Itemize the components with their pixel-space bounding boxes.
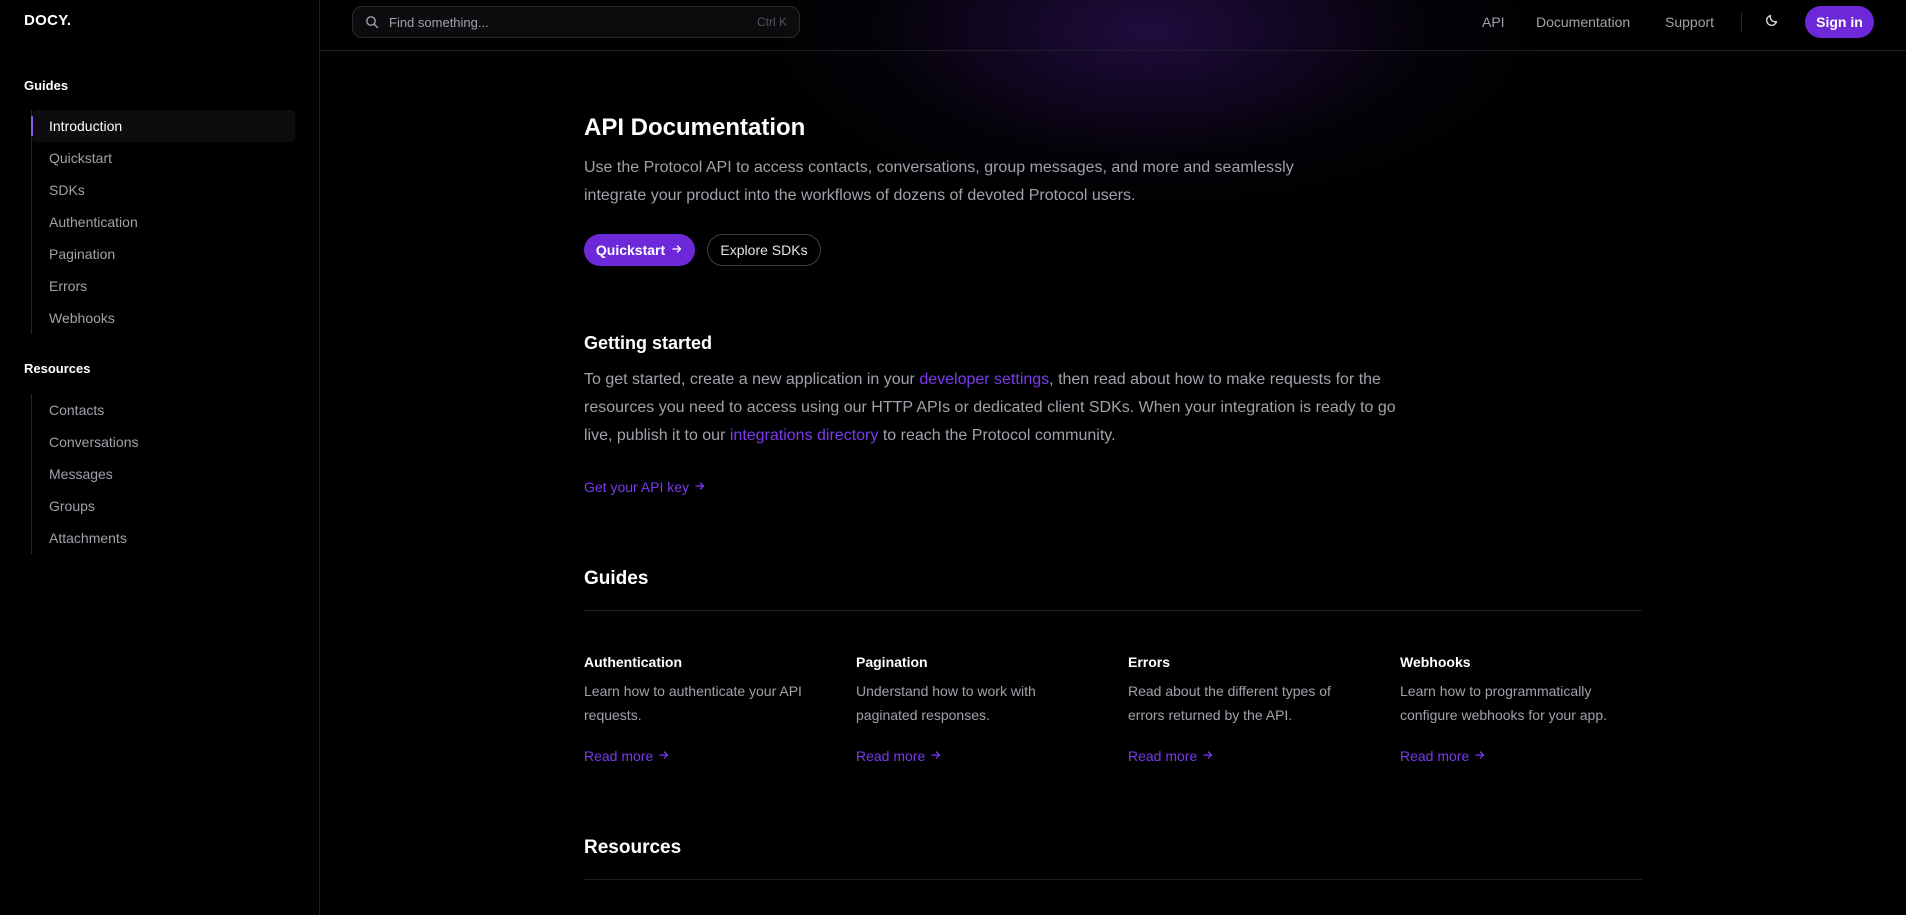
resources-section-title: Resources	[584, 837, 682, 858]
quickstart-button-label: Quickstart	[595, 242, 666, 258]
search-placeholder: Find something...	[389, 14, 489, 30]
sidebar-item-quickstart[interactable]: Quickstart	[32, 142, 295, 174]
search-icon	[365, 15, 379, 29]
getting-started-text-1: To get started, create a new application…	[584, 371, 920, 388]
explore-sdks-button[interactable]: Explore SDKs	[707, 234, 821, 266]
guide-description: Learn how to programmatically configure …	[1400, 683, 1608, 723]
guide-title: Errors	[1128, 654, 1171, 670]
sidebar-resources-title: Resources	[24, 361, 91, 376]
guide-description: Understand how to work with paginated re…	[856, 683, 1036, 723]
moon-icon	[1765, 13, 1779, 32]
guide-card-authentication: Authentication Learn how to authenticate…	[584, 654, 834, 764]
sidebar-guides-list: Introduction Quickstart SDKs Authenticat…	[31, 110, 295, 334]
read-more-label: Read more	[1128, 748, 1198, 764]
guide-description: Read about the different types of errors…	[1128, 683, 1331, 723]
guides-section-title: Guides	[584, 568, 649, 589]
topnav-support-link[interactable]: Support	[1665, 14, 1714, 30]
guide-card-errors: Errors Read about the different types of…	[1128, 654, 1378, 764]
topnav-documentation-link[interactable]: Documentation	[1536, 14, 1630, 30]
guide-title: Pagination	[856, 654, 928, 670]
resources-divider	[584, 879, 1642, 880]
arrow-right-icon	[694, 479, 706, 495]
sidebar-item-pagination[interactable]: Pagination	[32, 238, 295, 270]
read-more-label: Read more	[584, 748, 654, 764]
getting-started-text-3: to reach the Protocol community.	[878, 427, 1116, 444]
sidebar-item-errors[interactable]: Errors	[32, 270, 295, 302]
sidebar: DOCY. Guides Introduction Quickstart SDK…	[0, 0, 320, 915]
read-more-link[interactable]: Read more	[1128, 748, 1214, 764]
sidebar-item-webhooks[interactable]: Webhooks	[32, 302, 295, 334]
topnav-support-wrap: Support	[1665, 0, 1714, 44]
sidebar-item-contacts[interactable]: Contacts	[32, 394, 295, 426]
app-root: DOCY. Guides Introduction Quickstart SDK…	[0, 0, 1906, 915]
guide-description: Learn how to authenticate your API reque…	[584, 683, 802, 723]
sign-in-button[interactable]: Sign in	[1805, 6, 1874, 38]
sidebar-guides-title: Guides	[24, 78, 69, 93]
get-api-key-link[interactable]: Get your API key	[584, 479, 706, 495]
read-more-link[interactable]: Read more	[856, 748, 942, 764]
guides-divider	[584, 610, 1642, 611]
sidebar-item-sdks[interactable]: SDKs	[32, 174, 295, 206]
sidebar-item-authentication[interactable]: Authentication	[32, 206, 295, 238]
search-shortcut: Ctrl K	[757, 15, 787, 29]
read-more-link[interactable]: Read more	[1400, 748, 1486, 764]
arrow-right-icon	[930, 748, 942, 764]
page-lead: Use the Protocol API to access contacts,…	[584, 159, 1294, 204]
header-divider	[1741, 12, 1742, 32]
sidebar-item-messages[interactable]: Messages	[32, 458, 295, 490]
arrow-right-icon	[1474, 748, 1486, 764]
guide-card-webhooks: Webhooks Learn how to programmatically c…	[1400, 654, 1650, 764]
arrow-right-icon	[1202, 748, 1214, 764]
sidebar-item-introduction[interactable]: Introduction	[31, 110, 295, 142]
topnav-docs-wrap: Documentation	[1536, 0, 1630, 44]
getting-started-text: To get started, create a new application…	[584, 366, 1404, 450]
guide-card-pagination: Pagination Understand how to work with p…	[856, 654, 1106, 764]
quickstart-button[interactable]: Quickstart	[584, 234, 695, 266]
sidebar-resources-list: Contacts Conversations Messages Groups A…	[31, 394, 295, 554]
read-more-link[interactable]: Read more	[584, 748, 670, 764]
guide-title: Authentication	[584, 654, 682, 670]
read-more-label: Read more	[856, 748, 926, 764]
topnav-api-wrap: API	[1482, 0, 1505, 44]
read-more-label: Read more	[1400, 748, 1470, 764]
integrations-directory-link[interactable]: integrations directory	[730, 427, 879, 444]
sidebar-item-attachments[interactable]: Attachments	[32, 522, 295, 554]
arrow-right-icon	[671, 242, 683, 258]
theme-toggle-button[interactable]	[1762, 12, 1782, 32]
sidebar-item-conversations[interactable]: Conversations	[32, 426, 295, 458]
page-title: API Documentation	[584, 114, 806, 141]
sidebar-item-groups[interactable]: Groups	[32, 490, 295, 522]
search-input[interactable]: Find something... Ctrl K	[352, 6, 800, 38]
getting-started-title: Getting started	[584, 333, 713, 353]
developer-settings-link[interactable]: developer settings	[919, 371, 1049, 388]
guide-title: Webhooks	[1400, 654, 1471, 670]
get-api-key-label: Get your API key	[584, 479, 690, 495]
arrow-right-icon	[658, 748, 670, 764]
topnav-api-link[interactable]: API	[1482, 14, 1505, 30]
logo[interactable]: DOCY.	[24, 12, 71, 29]
